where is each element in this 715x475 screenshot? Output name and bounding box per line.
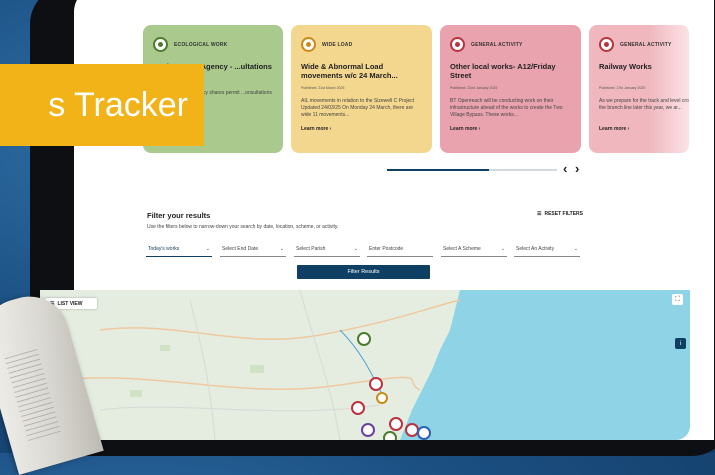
postcode-placeholder: Enter Postcode xyxy=(369,245,404,252)
learn-more-link[interactable]: Learn more › xyxy=(301,126,422,132)
card-category: GENERAL ACTIVITY xyxy=(471,41,523,48)
map[interactable] xyxy=(40,290,690,440)
activity-icon xyxy=(599,37,614,52)
carousel-arrows[interactable]: ‹ › xyxy=(563,161,581,176)
filter-results-button[interactable]: Filter Results xyxy=(297,265,430,279)
end-date-label: Select End Date xyxy=(222,245,259,252)
chevron-down-icon: ⌄ xyxy=(573,245,578,252)
card-title[interactable]: Wide & Abnormal Load movements w/c 24 Ma… xyxy=(301,62,422,82)
leaf-icon xyxy=(153,37,168,52)
card-published: Published: 17th January 2025 xyxy=(599,86,646,90)
carousel-progress xyxy=(387,169,557,171)
date-select[interactable]: Today's works ⌄ xyxy=(146,241,212,257)
postcode-input[interactable]: Enter Postcode xyxy=(367,241,433,257)
activity-select[interactable]: Select An Activity ⌄ xyxy=(514,241,580,257)
chevron-down-icon: ⌄ xyxy=(205,245,210,252)
parish-label: Select Parish xyxy=(296,245,326,252)
activity-icon xyxy=(450,37,465,52)
chevron-down-icon: ⌄ xyxy=(500,245,505,252)
card-category: WIDE LOAD xyxy=(322,41,353,48)
news-card-2[interactable]: WIDE LOAD Wide & Abnormal Load movements… xyxy=(291,25,432,153)
fullscreen-icon[interactable]: ⛶ xyxy=(672,294,683,305)
banner-title: s Tracker xyxy=(0,64,204,146)
card-excerpt: As we prepare for the track and level cr… xyxy=(599,98,689,111)
chevron-down-icon: ⌄ xyxy=(279,245,284,252)
reset-label: RESET FILTERS xyxy=(544,211,584,217)
card-published: Published: 21st March 2025 xyxy=(301,86,345,90)
card-title[interactable]: Other local works- A12/Friday Street xyxy=(450,62,571,82)
learn-more-link[interactable]: Learn more › xyxy=(450,126,571,132)
info-icon[interactable]: i xyxy=(675,338,686,349)
date-select-label: Today's works xyxy=(148,245,180,252)
card-excerpt: AIL movements in relation to the Sizewel… xyxy=(301,98,415,118)
card-published: Published: 22nd January 2025 xyxy=(450,86,498,90)
scheme-label: Select A Scheme xyxy=(443,245,481,252)
reset-filters-button[interactable]: ☰ RESET FILTERS xyxy=(537,211,583,217)
truck-icon xyxy=(301,37,316,52)
activity-label: Select An Activity xyxy=(516,245,555,252)
card-category: ECOLOGICAL WORK xyxy=(174,41,228,48)
filter-description: Use the filters below to narrow-down you… xyxy=(147,224,339,230)
card-category: GENERAL ACTIVITY xyxy=(620,41,672,48)
carousel-progress-fill xyxy=(387,169,489,171)
card-excerpt: BT Openreach will be conducting work on … xyxy=(450,98,563,118)
scheme-select[interactable]: Select A Scheme ⌄ xyxy=(441,241,507,257)
reset-icon: ☰ xyxy=(537,211,542,217)
news-card-3[interactable]: GENERAL ACTIVITY Other local works- A12/… xyxy=(440,25,581,153)
map-canvas xyxy=(59,290,690,440)
filter-title: Filter your results xyxy=(147,211,211,220)
learn-more-link[interactable]: Learn more › xyxy=(599,126,679,132)
list-view-label: LIST VIEW xyxy=(57,300,83,307)
news-card-4[interactable]: GENERAL ACTIVITY Railway Works Published… xyxy=(589,25,689,153)
chevron-down-icon: ⌄ xyxy=(353,245,358,252)
parish-select[interactable]: Select Parish ⌄ xyxy=(294,241,360,257)
card-title[interactable]: Railway Works xyxy=(599,62,679,82)
end-date-select[interactable]: Select End Date ⌄ xyxy=(220,241,286,257)
